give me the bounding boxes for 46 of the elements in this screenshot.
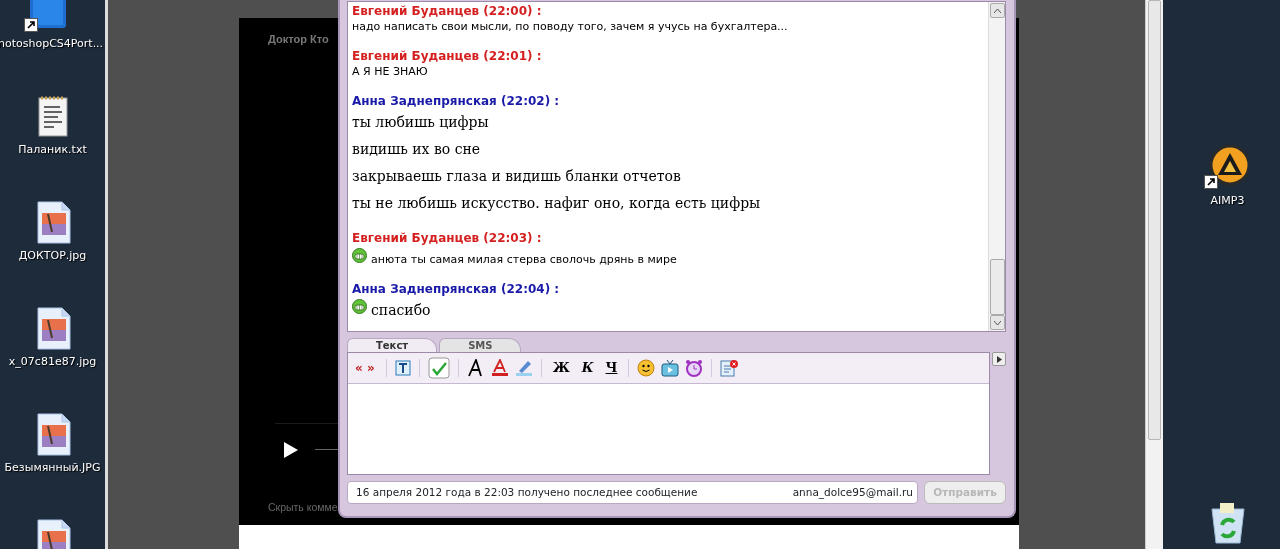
desktop-icon-label[interactable]: Паланик.txt [18, 142, 87, 159]
contact-email: anna_dolce95@mail.ru [792, 484, 913, 501]
smiley-icon[interactable] [637, 359, 656, 377]
editor-tab[interactable]: SMS [439, 338, 522, 352]
font-icon[interactable] [466, 359, 485, 377]
bold-button[interactable]: Ж [549, 359, 573, 377]
highlighter-icon[interactable] [514, 359, 533, 377]
scroll-up-button[interactable] [990, 3, 1005, 18]
message-text: надо написать свои мысли, по поводу того, зачем я учусь на бухгалтера... [352, 19, 788, 35]
message-text: ты не любишь искусство. нафиг оно, когда есть цифры [352, 194, 761, 213]
clear-document-icon[interactable] [720, 359, 739, 377]
quote-button[interactable]: « » [352, 359, 378, 377]
triangle-right-icon [996, 355, 1002, 363]
message-text: видишь их во сне [352, 140, 481, 159]
expand-button[interactable] [992, 352, 1006, 366]
desktop-icon-label[interactable]: AIMP3 [1210, 193, 1245, 210]
chevron-up-icon [994, 8, 1001, 13]
message-author: Евгений Буданцев (22:03) : [352, 231, 543, 246]
editor-tab[interactable]: Текст [347, 338, 438, 352]
tv-icon[interactable] [661, 359, 680, 377]
message-text: закрываешь глаза и видишь бланки отчетов [352, 167, 681, 186]
scroll-down-button[interactable] [990, 315, 1005, 330]
text-box-icon[interactable] [394, 360, 411, 376]
text-color-icon[interactable] [490, 359, 509, 377]
hide-comments-link[interactable]: Скрыть комме [268, 500, 338, 516]
spellcheck-icon[interactable] [427, 357, 450, 379]
message-text: анюта ты самая милая стерва сволочь дрянь в мире [371, 252, 677, 268]
italic-button[interactable]: К [578, 359, 597, 377]
desktop-icon-label[interactable]: ДОКТОР.jpg [18, 248, 87, 265]
desktop-icon-label[interactable]: x_07c81e87.jpg [8, 354, 97, 371]
scrollbar-thumb[interactable] [1148, 0, 1161, 440]
chevron-down-icon [994, 320, 1001, 325]
message-text: А Я НЕ ЗНАЮ [352, 64, 428, 80]
status-text: 16 апреля 2012 года в 22:03 получено последнее сообщение [356, 484, 698, 500]
desktop-icon-label[interactable]: Безымянный.JPG [4, 460, 101, 477]
alarm-clock-icon[interactable] [685, 359, 704, 377]
message-text: ты любишь цифры [352, 113, 489, 132]
message-text: спасибо [371, 301, 431, 320]
message-author: Евгений Буданцев (22:00) : [352, 4, 543, 19]
message-author: Анна Заднепрянская (22:04) : [352, 282, 561, 297]
scrollbar-thumb[interactable] [990, 259, 1005, 315]
underline-button[interactable]: Ч [602, 359, 621, 377]
message-author: Евгений Буданцев (22:01) : [352, 49, 543, 64]
play-icon[interactable] [284, 442, 298, 458]
message-author: Анна Заднепрянская (22:02) : [352, 94, 561, 109]
video-title: Доктор Кто [268, 32, 329, 47]
